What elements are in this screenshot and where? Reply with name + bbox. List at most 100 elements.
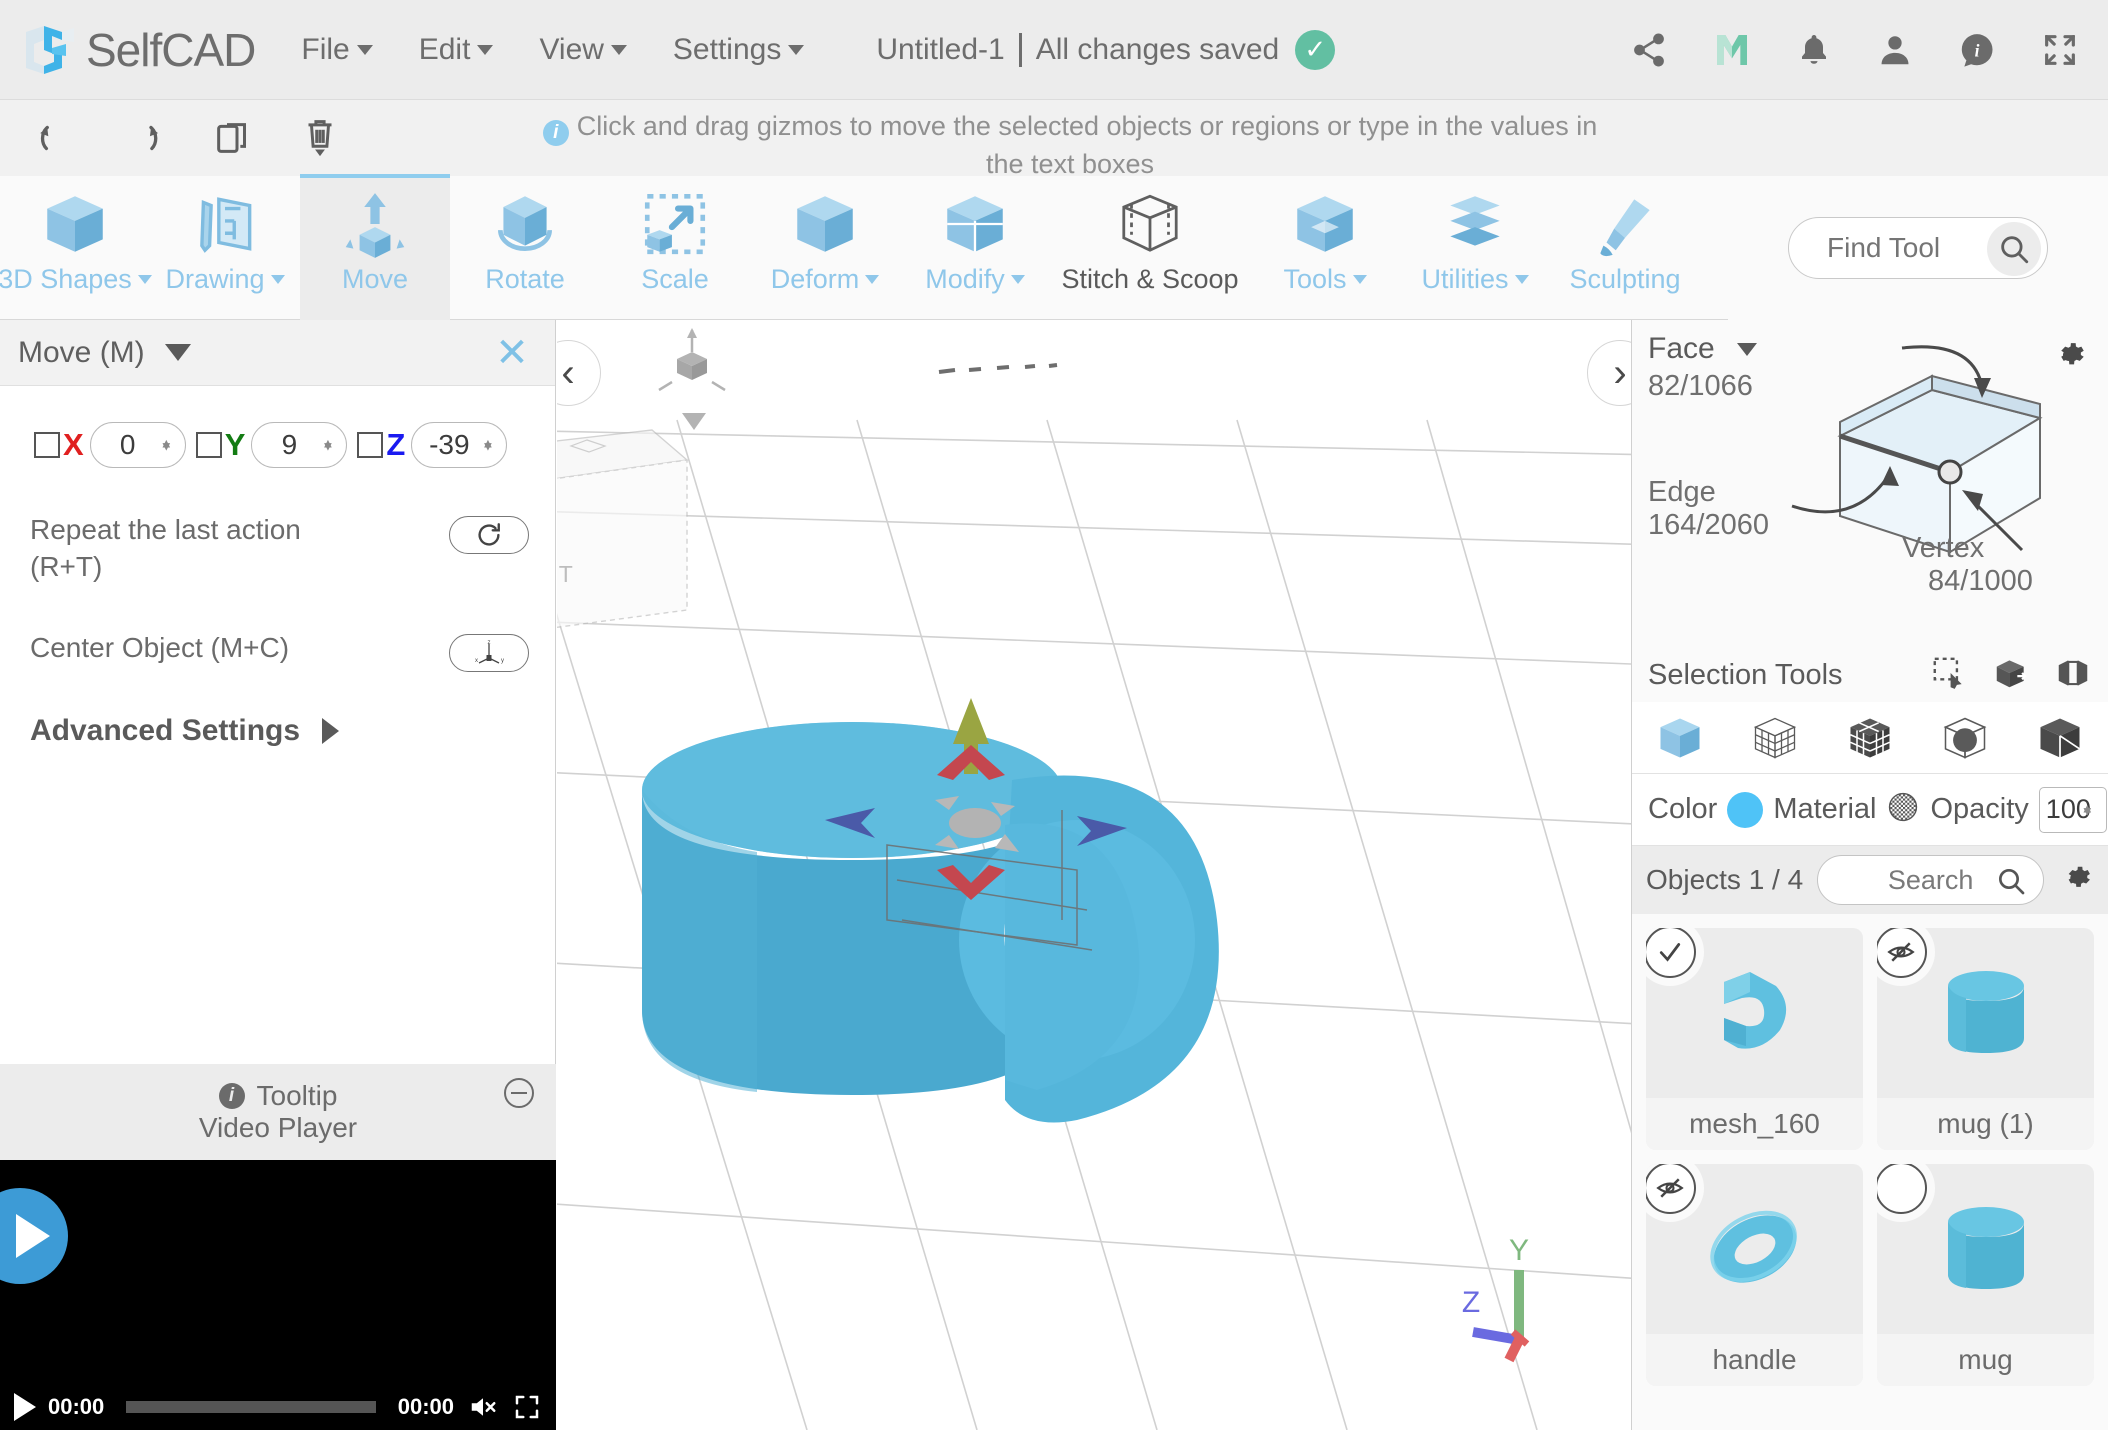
selection-tools-row: Selection Tools (1632, 648, 2108, 702)
ribbon-tool-modify[interactable]: Modify (900, 176, 1050, 320)
right-side-panel: Face 82/1066 (1631, 320, 2108, 1430)
gear-icon[interactable] (2058, 860, 2094, 901)
document-status: Untitled-1 All changes saved ✓ (876, 30, 1335, 70)
grid-mode-icon[interactable] (1844, 712, 1896, 764)
mute-icon[interactable] (466, 1392, 500, 1422)
myminifactory-icon[interactable] (1712, 30, 1752, 70)
object-card[interactable]: handle (1646, 1164, 1863, 1386)
advanced-settings-toggle[interactable]: Advanced Settings (0, 714, 555, 748)
axis-x-checkbox[interactable] (34, 432, 60, 458)
tooltip-title-row: i Tooltip (219, 1080, 338, 1112)
chevron-down-icon (477, 45, 493, 55)
object-card[interactable]: mug (1) (1877, 928, 2094, 1150)
label-text: 3D Shapes (0, 264, 132, 295)
axis-z-input[interactable]: -39 ▲▼ (411, 422, 507, 468)
selection-tools-label: Selection Tools (1648, 659, 1843, 692)
fullscreen-icon[interactable] (2040, 30, 2080, 70)
ribbon-tool-drawing[interactable]: Drawing (150, 176, 300, 320)
copy-icon[interactable] (200, 108, 264, 168)
3d-viewport[interactable]: RIGHT Y Z ‹ › (557, 320, 1631, 1430)
axis-z-label: Z (386, 427, 405, 463)
video-player[interactable]: 00:00 00:00 (0, 1160, 556, 1430)
axis-y-input[interactable]: 9 ▲▼ (251, 422, 347, 468)
ribbon-tool-rotate[interactable]: Rotate (450, 176, 600, 320)
menu-edit[interactable]: Edit (419, 33, 494, 67)
repeat-last-action-button[interactable] (449, 516, 529, 554)
object-mode-icon[interactable] (1654, 712, 1706, 764)
stepper-icon[interactable]: ▲▼ (481, 444, 494, 447)
ribbon-tool-scale[interactable]: Scale (600, 176, 750, 320)
find-tool-input[interactable]: Find Tool (1788, 217, 2048, 279)
ribbon-tool-move[interactable]: Move (300, 176, 450, 320)
vertex-label: Vertex (1902, 532, 2033, 565)
axis-x-input[interactable]: 0 ▲▼ (90, 422, 186, 468)
ribbon-tool-tools[interactable]: Tools (1250, 176, 1400, 320)
label-text: Stitch & Scoop (1061, 264, 1238, 295)
chevron-down-icon[interactable] (165, 344, 191, 361)
objects-search-input[interactable]: Search (1817, 855, 2044, 905)
repeat-last-action-row: Repeat the last action (R+T) (0, 512, 555, 586)
stitch-scoop-icon (1113, 186, 1187, 262)
delete-icon[interactable] (288, 108, 352, 168)
stepper-icon[interactable]: ▲▼ (322, 444, 335, 447)
minimize-icon[interactable] (504, 1078, 534, 1108)
object-label: mug (1877, 1334, 2094, 1386)
document-title[interactable]: Untitled-1 (876, 33, 1004, 67)
chevron-down-icon (865, 275, 879, 284)
vertex-count: 84/1000 (1928, 565, 2033, 598)
ribbon-label: Move (342, 264, 408, 295)
close-icon[interactable]: ✕ (489, 330, 535, 376)
sculpting-brush-icon (1588, 186, 1662, 262)
ribbon-tool-3d-shapes[interactable]: 3D Shapes (0, 176, 150, 320)
stepper-icon[interactable]: ▲▼ (2081, 808, 2094, 811)
menu-settings[interactable]: Settings (673, 33, 804, 67)
brand-logo[interactable]: SelfCAD (22, 22, 255, 78)
object-label: mesh_160 (1646, 1098, 1863, 1150)
fullscreen-icon[interactable] (512, 1392, 542, 1422)
search-icon[interactable] (1987, 222, 2041, 276)
object-card[interactable]: mesh_160 (1646, 928, 1863, 1150)
stepper-icon[interactable]: ▲▼ (160, 444, 173, 447)
play-icon[interactable] (14, 1393, 36, 1421)
label-text: Move (342, 264, 408, 295)
notifications-bell-icon[interactable] (1796, 31, 1832, 69)
axis-y-label: Y (225, 427, 246, 463)
ribbon-label: Tools (1283, 264, 1366, 295)
axis-group-x: X 0 ▲▼ (34, 422, 186, 468)
color-swatch[interactable] (1727, 792, 1763, 828)
share-icon[interactable] (1630, 31, 1668, 69)
wireframe-mode-icon[interactable] (1749, 712, 1801, 764)
ribbon-tool-sculpting[interactable]: Sculpting (1550, 176, 1700, 320)
info-icon: i (219, 1083, 245, 1109)
account-icon[interactable] (1876, 31, 1914, 69)
material-label: Material (1773, 793, 1876, 826)
object-card[interactable]: mug (1877, 1164, 2094, 1386)
extend-selection-icon[interactable] (2054, 654, 2092, 697)
info-icon[interactable]: i (1958, 31, 1996, 69)
play-icon[interactable] (0, 1188, 68, 1284)
opacity-input[interactable]: 100 ▲▼ (2039, 787, 2107, 833)
axis-z-checkbox[interactable] (357, 432, 383, 458)
material-sphere-icon[interactable] (1886, 790, 1920, 829)
redo-icon[interactable] (112, 108, 176, 168)
menu-view[interactable]: View (539, 33, 626, 67)
video-progress-bar[interactable] (126, 1401, 375, 1413)
axis-y-checkbox[interactable] (196, 432, 222, 458)
objects-panel-header: Objects 1 / 4 Search (1632, 846, 2108, 914)
sphere-in-cube-icon[interactable] (1939, 712, 1991, 764)
undo-icon[interactable] (24, 108, 88, 168)
ribbon-label: Scale (641, 264, 709, 295)
ribbon-tool-stitch-scoop[interactable]: Stitch & Scoop (1050, 176, 1250, 320)
menu-file[interactable]: File (301, 33, 372, 67)
view-cube: RIGHT (557, 430, 687, 640)
move-tool-panel: Move (M) ✕ X 0 ▲▼ Y 9 ▲▼ (0, 320, 556, 1430)
ribbon-tool-utilities[interactable]: Utilities (1400, 176, 1550, 320)
center-object-button[interactable]: z x y (449, 634, 529, 672)
face-mode-icon[interactable] (2034, 712, 2086, 764)
move-selection-icon[interactable] (1992, 654, 2030, 697)
move-axis-inputs: X 0 ▲▼ Y 9 ▲▼ Z -39 ▲▼ (0, 386, 555, 468)
rectangle-select-icon[interactable] (1930, 654, 1968, 697)
ribbon-tool-deform[interactable]: Deform (750, 176, 900, 320)
axis-group-z: Z -39 ▲▼ (357, 422, 507, 468)
search-icon[interactable] (1995, 865, 2027, 904)
